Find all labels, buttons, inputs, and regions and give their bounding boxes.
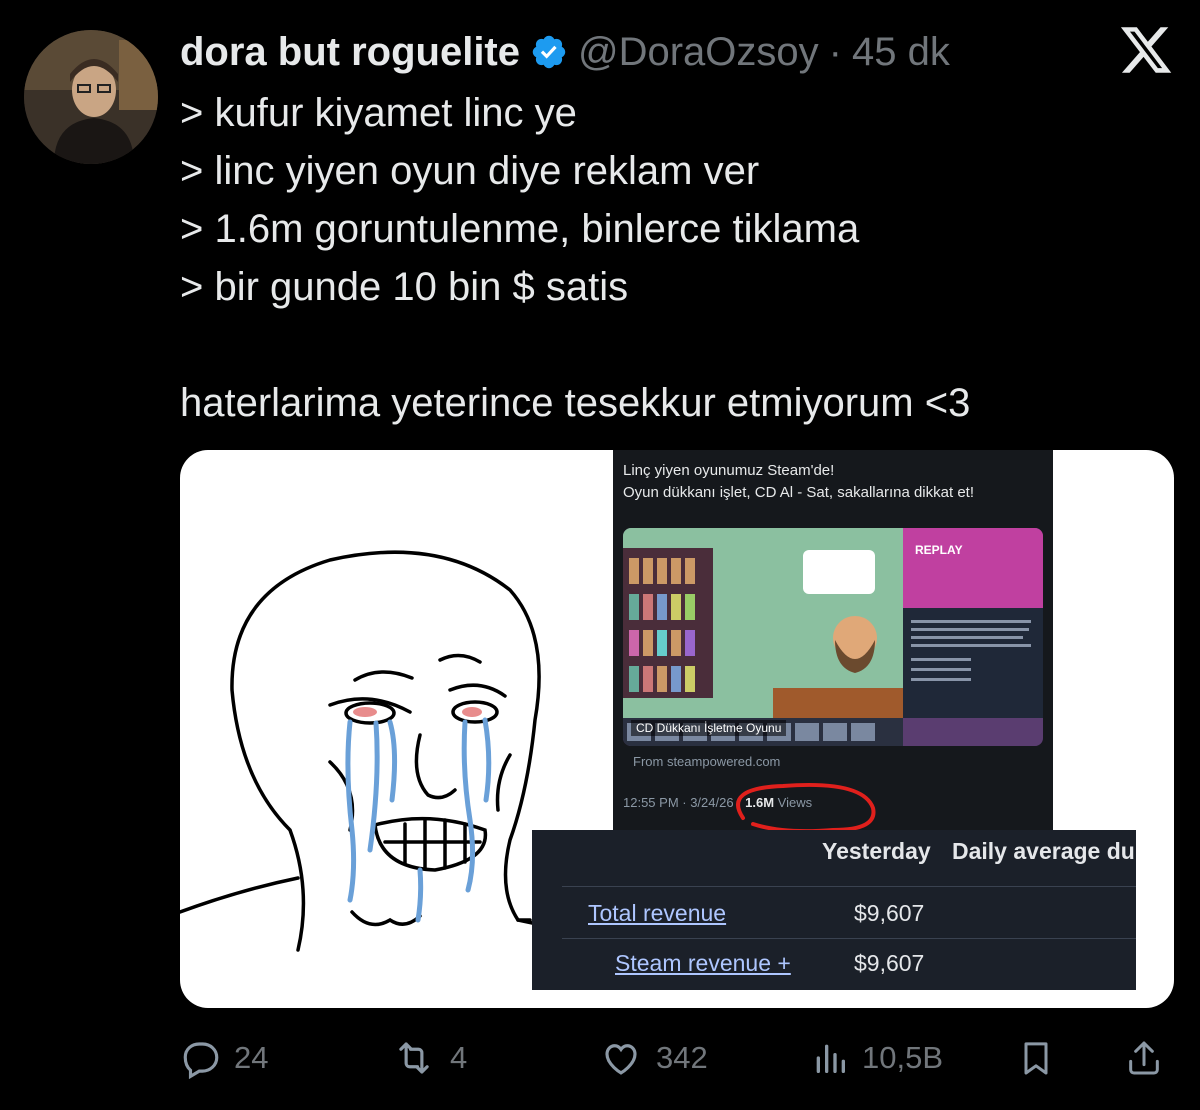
repost-count: 4 [450,1040,468,1075]
reply-count: 24 [234,1040,269,1075]
avatar[interactable] [24,30,158,164]
ad-text-line: Linç yiyen oyunumuz Steam'de! [623,462,835,479]
tweet-line: > bir gunde 10 bin $ satis [180,265,629,309]
steam-revenue-label: Steam revenue + [615,950,791,976]
total-revenue-value: $9,607 [854,900,925,926]
like-count: 342 [656,1040,708,1075]
tweet-header: dora but roguelite @DoraOzsoy · 45 dk [180,26,1060,78]
author-name[interactable]: dora but roguelite [180,30,520,75]
game-card-caption: CD Dükkanı İşletme Oyunu [631,720,787,736]
svg-text:REPLAY: REPLAY [915,543,963,557]
analytics-icon [816,1044,845,1073]
reply-button[interactable]: 24 [180,1028,268,1088]
share-button[interactable] [1124,1028,1164,1088]
bookmark-button[interactable] [1016,1028,1056,1088]
like-button[interactable]: 342 [598,1028,708,1088]
tweet-action-bar: 24 4 342 10,5B [180,1028,1170,1088]
repost-icon [399,1042,429,1074]
game-card-image: REPLAY [623,528,1043,746]
heart-icon [605,1044,637,1075]
tweet-line: > 1.6m goruntulenme, binlerce tiklama [180,207,860,251]
ad-text-line: Oyun dükkanı işlet, CD Al - Sat, sakalla… [623,484,974,501]
tweet-text: > kufur kiyamet linc ye > linc yiyen oyu… [180,84,1160,432]
col-header-yesterday: Yesterday [822,838,931,864]
tweet-line: haterlarima yeterince tesekkur etmiyorum… [180,381,971,425]
verified-badge-icon [530,33,568,71]
x-logo-icon[interactable] [1118,22,1174,78]
tweet-line: > kufur kiyamet linc ye [180,91,577,135]
embedded-tweet-screenshot: Linç yiyen oyunumuz Steam'de! Oyun dükka… [613,450,1053,834]
col-header-daily-average: Daily average du [952,838,1135,864]
view-count: 10,5B [862,1040,944,1075]
card-source: From steampowered.com [633,754,781,769]
tweet-time[interactable]: 45 dk [852,30,950,75]
steam-revenue-value: $9,607 [854,950,925,976]
bookmark-icon [1024,1042,1048,1075]
row-divider [562,886,1136,887]
author-handle[interactable]: @DoraOzsoy [578,30,819,75]
views-button[interactable]: 10,5B [810,1028,943,1088]
total-revenue-label: Total revenue [588,900,727,926]
tweet-media-image[interactable]: Linç yiyen oyunumuz Steam'de! Oyun dükka… [180,450,1174,1008]
red-circle-annotation [736,782,876,834]
share-icon [1129,1041,1159,1075]
row-divider [562,938,1136,939]
repost-button[interactable]: 4 [390,1028,467,1088]
revenue-table-screenshot: Yesterday Daily average du Total revenue… [532,830,1136,990]
header-separator: · [828,29,842,74]
reply-icon [183,1042,219,1079]
tweet-line: > linc yiyen oyun diye reklam ver [180,149,760,193]
